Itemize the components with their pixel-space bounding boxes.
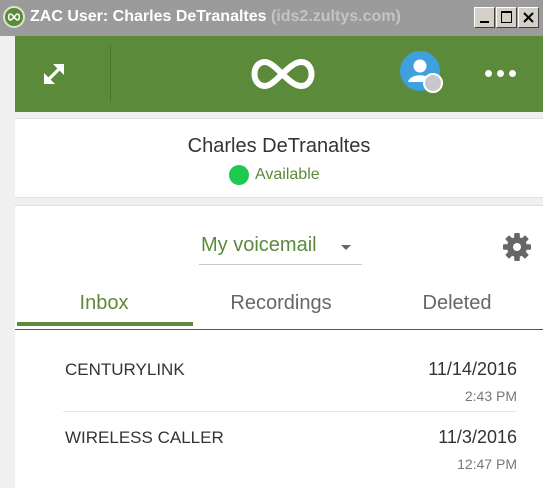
user-name: Charles DeTranaltes bbox=[187, 135, 371, 157]
more-dot bbox=[497, 70, 504, 77]
expand-arrows-icon[interactable] bbox=[37, 57, 71, 91]
more-dots-icon[interactable] bbox=[485, 70, 516, 77]
mailbox-dropdown[interactable]: My voicemail bbox=[199, 231, 362, 265]
window-controls bbox=[473, 7, 539, 28]
more-dot bbox=[509, 70, 516, 77]
close-button[interactable] bbox=[518, 7, 539, 28]
voicemail-panel: My voicemail Inbox Recordings Deleted CE… bbox=[15, 205, 543, 488]
status-dot-icon bbox=[229, 165, 249, 185]
window-title: ZAC User: Charles DeTranaltes (ids2.zult… bbox=[30, 8, 401, 25]
user-avatar-icon[interactable] bbox=[400, 51, 444, 95]
list-item[interactable]: WIRELESS CALLER 11/3/2016 12:47 PM bbox=[63, 418, 517, 480]
tab-inbox[interactable]: Inbox bbox=[15, 292, 193, 315]
app-icon bbox=[3, 6, 25, 28]
zultys-infinity-logo bbox=[245, 54, 321, 99]
gear-icon[interactable] bbox=[502, 232, 532, 267]
tab-recordings[interactable]: Recordings bbox=[193, 292, 369, 315]
list-item[interactable]: CENTURYLINK 11/14/2016 2:43 PM bbox=[63, 350, 517, 412]
chevron-down-icon bbox=[341, 245, 351, 250]
message-date: 11/14/2016 bbox=[428, 359, 517, 379]
title-fade bbox=[430, 0, 470, 36]
active-tab-indicator bbox=[17, 322, 193, 326]
title-bar[interactable]: ZAC User: Charles DeTranaltes (ids2.zult… bbox=[0, 0, 543, 36]
tab-deleted[interactable]: Deleted bbox=[369, 292, 543, 315]
maximize-button[interactable] bbox=[496, 7, 517, 28]
presence-status[interactable]: Available bbox=[229, 165, 320, 185]
user-card: Charles DeTranaltes Available bbox=[15, 118, 543, 198]
caller-name: WIRELESS CALLER bbox=[65, 428, 224, 447]
caller-name: CENTURYLINK bbox=[65, 360, 185, 379]
status-label: Available bbox=[255, 166, 320, 183]
more-dot bbox=[485, 70, 492, 77]
mailbox-dropdown-label: My voicemail bbox=[201, 234, 317, 256]
message-time: 2:43 PM bbox=[464, 388, 517, 404]
app-header bbox=[15, 36, 543, 112]
header-divider bbox=[110, 46, 111, 102]
minimize-button[interactable] bbox=[474, 7, 495, 28]
message-date: 11/3/2016 bbox=[438, 427, 517, 447]
message-time: 12:47 PM bbox=[457, 456, 517, 472]
zac-window: ZAC User: Charles DeTranaltes (ids2.zult… bbox=[0, 0, 543, 488]
